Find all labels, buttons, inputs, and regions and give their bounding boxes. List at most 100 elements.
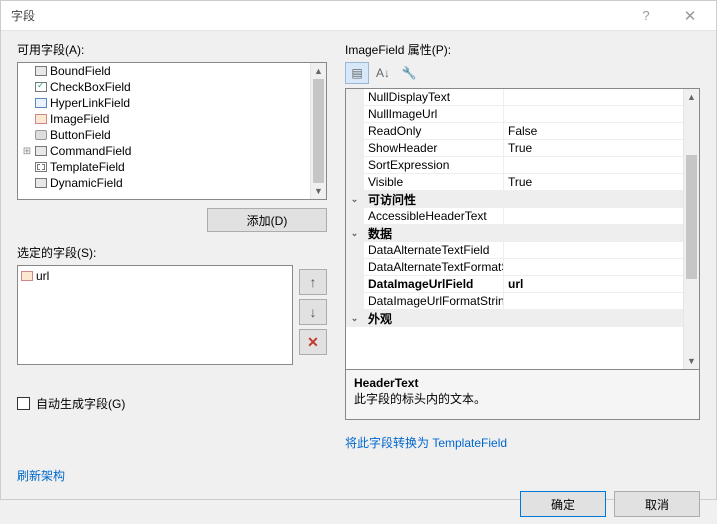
property-value[interactable] bbox=[504, 259, 683, 275]
property-row[interactable]: DataImageUrlFormatString bbox=[346, 293, 683, 310]
property-value[interactable] bbox=[504, 208, 683, 224]
cancel-button[interactable]: 取消 bbox=[614, 491, 700, 517]
alphabetical-icon[interactable]: A↓ bbox=[371, 62, 395, 84]
field-label: TemplateField bbox=[50, 160, 125, 174]
field-icon bbox=[34, 65, 48, 77]
list-item[interactable]: ImageField bbox=[18, 111, 310, 127]
property-grid[interactable]: NullDisplayTextNullImageUrlReadOnlyFalse… bbox=[345, 88, 700, 370]
help-button[interactable]: ? bbox=[624, 2, 668, 30]
property-row[interactable]: NullDisplayText bbox=[346, 89, 683, 106]
chevron-down-icon bbox=[346, 293, 364, 309]
property-value[interactable]: False bbox=[504, 123, 683, 139]
description-text: 此字段的标头内的文本。 bbox=[354, 390, 691, 407]
property-row[interactable]: DataAlternateTextFormatString bbox=[346, 259, 683, 276]
move-down-button[interactable]: ↓ bbox=[299, 299, 327, 325]
vertical-scrollbar[interactable]: ▲ ▼ bbox=[683, 89, 699, 369]
property-value[interactable] bbox=[504, 157, 683, 173]
property-row[interactable]: SortExpression bbox=[346, 157, 683, 174]
field-icon bbox=[34, 113, 48, 125]
delete-button[interactable]: ✕ bbox=[299, 329, 327, 355]
chevron-down-icon bbox=[346, 259, 364, 275]
category-row[interactable]: ⌄外观 bbox=[346, 310, 683, 327]
close-button[interactable]: ✕ bbox=[668, 2, 712, 30]
property-pages-icon[interactable]: 🔧 bbox=[397, 62, 421, 84]
list-item[interactable]: ButtonField bbox=[18, 127, 310, 143]
window-title: 字段 bbox=[11, 7, 624, 24]
convert-link[interactable]: 将此字段转换为 TemplateField bbox=[345, 436, 507, 450]
property-value[interactable] bbox=[504, 106, 683, 122]
category-row[interactable]: ⌄数据 bbox=[346, 225, 683, 242]
scroll-down-icon[interactable]: ▼ bbox=[684, 353, 699, 369]
property-row[interactable]: VisibleTrue bbox=[346, 174, 683, 191]
property-value[interactable] bbox=[504, 242, 683, 258]
categorized-icon[interactable]: ▤ bbox=[345, 62, 369, 84]
scroll-up-icon[interactable]: ▲ bbox=[684, 89, 699, 105]
field-icon bbox=[34, 81, 48, 93]
dialog-footer: 确定 取消 bbox=[1, 484, 716, 524]
property-value[interactable] bbox=[504, 293, 683, 309]
list-item[interactable]: DynamicField bbox=[18, 175, 310, 191]
list-item[interactable]: ⊞CommandField bbox=[18, 143, 310, 159]
property-value[interactable]: True bbox=[504, 140, 683, 156]
available-fields-label: 可用字段(A): bbox=[17, 41, 327, 58]
chevron-down-icon bbox=[346, 208, 364, 224]
list-item[interactable]: CheckBoxField bbox=[18, 79, 310, 95]
chevron-down-icon[interactable]: ⌄ bbox=[346, 191, 364, 207]
chevron-down-icon bbox=[346, 140, 364, 156]
property-row[interactable]: AccessibleHeaderText bbox=[346, 208, 683, 225]
chevron-down-icon bbox=[346, 106, 364, 122]
property-name: NullImageUrl bbox=[364, 106, 504, 122]
property-name: DataImageUrlField bbox=[364, 276, 504, 292]
property-row[interactable]: DataImageUrlFieldurl bbox=[346, 276, 683, 293]
add-button[interactable]: 添加(D) bbox=[207, 208, 327, 232]
property-row[interactable]: DataAlternateTextField bbox=[346, 242, 683, 259]
image-field-icon bbox=[20, 270, 34, 282]
field-icon bbox=[34, 145, 48, 157]
chevron-down-icon[interactable]: ⌄ bbox=[346, 225, 364, 241]
autogen-checkbox[interactable] bbox=[17, 397, 30, 410]
property-row[interactable]: ReadOnlyFalse bbox=[346, 123, 683, 140]
property-value[interactable]: True bbox=[504, 174, 683, 190]
expand-icon[interactable]: ⊞ bbox=[20, 146, 34, 157]
property-name: NullDisplayText bbox=[364, 89, 504, 105]
chevron-down-icon bbox=[346, 242, 364, 258]
description-panel: HeaderText 此字段的标头内的文本。 bbox=[345, 370, 700, 420]
field-icon bbox=[34, 97, 48, 109]
vertical-scrollbar[interactable]: ▲ ▼ bbox=[310, 63, 326, 199]
property-value[interactable] bbox=[504, 89, 683, 105]
move-up-button[interactable]: ↑ bbox=[299, 269, 327, 295]
scroll-down-icon[interactable]: ▼ bbox=[311, 183, 326, 199]
chevron-down-icon bbox=[346, 157, 364, 173]
scroll-thumb[interactable] bbox=[313, 79, 324, 183]
refresh-schema-link[interactable]: 刷新架构 bbox=[17, 469, 65, 483]
chevron-down-icon bbox=[346, 276, 364, 292]
field-label: ButtonField bbox=[50, 128, 111, 142]
chevron-down-icon bbox=[346, 123, 364, 139]
chevron-down-icon[interactable]: ⌄ bbox=[346, 310, 364, 326]
property-value[interactable]: url bbox=[504, 276, 683, 292]
property-row[interactable]: NullImageUrl bbox=[346, 106, 683, 123]
category-row[interactable]: ⌄可访问性 bbox=[346, 191, 683, 208]
list-item[interactable]: BoundField bbox=[18, 63, 310, 79]
selected-item-label: url bbox=[36, 269, 49, 283]
property-name: 数据 bbox=[364, 225, 683, 241]
scroll-thumb[interactable] bbox=[686, 155, 697, 279]
available-fields-list[interactable]: BoundFieldCheckBoxFieldHyperLinkFieldIma… bbox=[17, 62, 327, 200]
list-item[interactable]: TemplateField bbox=[18, 159, 310, 175]
property-name: Visible bbox=[364, 174, 504, 190]
list-item[interactable]: HyperLinkField bbox=[18, 95, 310, 111]
property-name: DataAlternateTextField bbox=[364, 242, 504, 258]
property-name: SortExpression bbox=[364, 157, 504, 173]
field-label: HyperLinkField bbox=[50, 96, 130, 110]
selected-fields-label: 选定的字段(S): bbox=[17, 244, 327, 261]
scroll-up-icon[interactable]: ▲ bbox=[311, 63, 326, 79]
field-icon bbox=[34, 129, 48, 141]
property-row[interactable]: ShowHeaderTrue bbox=[346, 140, 683, 157]
list-item[interactable]: url bbox=[20, 268, 290, 284]
chevron-down-icon bbox=[346, 89, 364, 105]
ok-button[interactable]: 确定 bbox=[520, 491, 606, 517]
property-name: ReadOnly bbox=[364, 123, 504, 139]
properties-label: ImageField 属性(P): bbox=[345, 41, 700, 58]
property-toolbar: ▤ A↓ 🔧 bbox=[345, 62, 700, 84]
selected-fields-list[interactable]: url bbox=[17, 265, 293, 365]
